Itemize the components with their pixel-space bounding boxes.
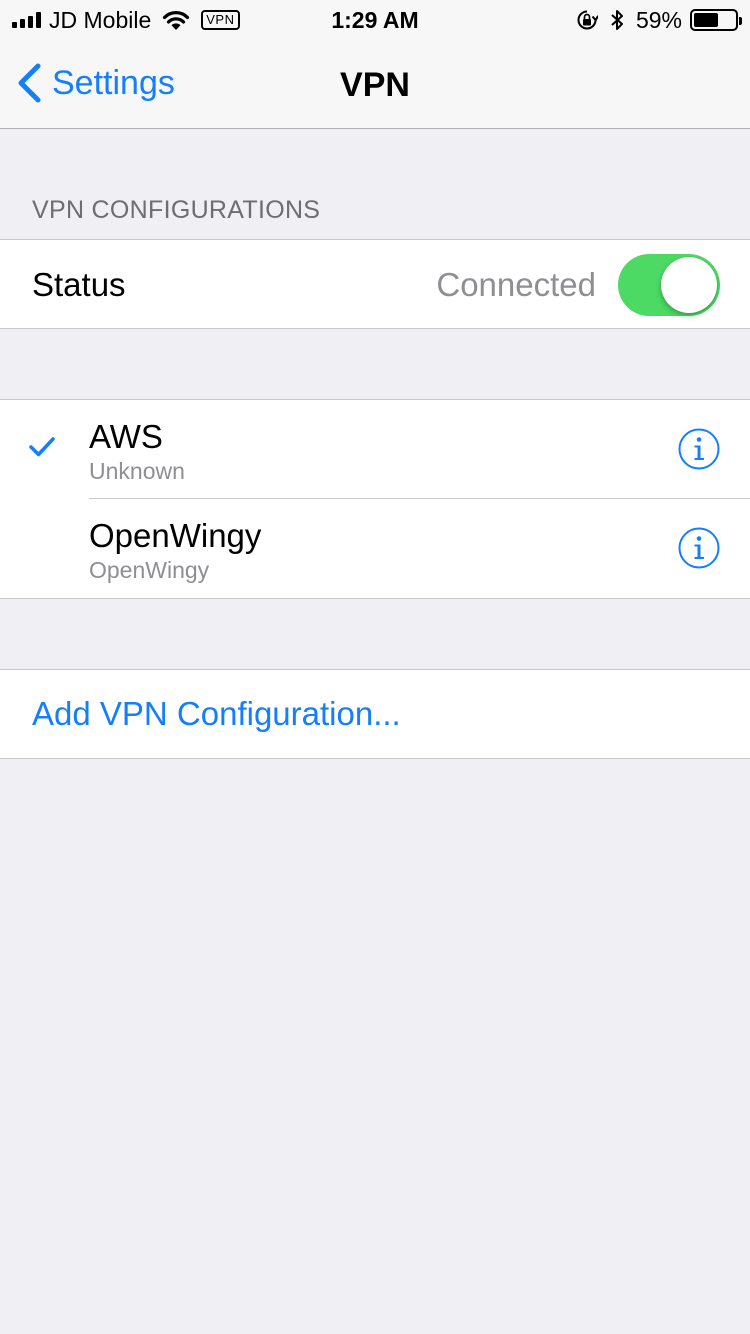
vpn-config-name: OpenWingy [89, 517, 262, 554]
status-bar-right: 59% [576, 6, 742, 33]
vpn-config-row-aws[interactable]: AWS Unknown [0, 400, 750, 499]
info-icon[interactable] [678, 527, 720, 569]
bluetooth-icon [611, 10, 623, 30]
status-value: Connected [436, 266, 596, 303]
vpn-config-subtitle: Unknown [89, 458, 185, 484]
info-icon[interactable] [678, 428, 720, 470]
status-bar: JD Mobile VPN 1:29 AM 59% [0, 0, 750, 40]
vpn-toggle[interactable] [618, 254, 720, 316]
add-vpn-configuration-button[interactable]: Add VPN Configuration... [32, 695, 401, 733]
battery-fill [694, 13, 718, 27]
vpn-config-list: AWS Unknown OpenWingy OpenWingy [0, 399, 750, 599]
vpn-config-name: AWS [89, 418, 163, 455]
status-group: Status Connected [0, 239, 750, 329]
battery-percentage: 59% [635, 6, 682, 33]
status-label: Status [32, 266, 126, 303]
battery-icon [690, 9, 742, 31]
section-header: VPN CONFIGURATIONS [32, 196, 321, 224]
navigation-bar: Settings VPN [0, 40, 750, 129]
vpn-config-subtitle: OpenWingy [89, 557, 210, 583]
rotation-lock-icon [577, 10, 598, 30]
toggle-knob [661, 257, 717, 313]
vpn-config-row-openwingy[interactable]: OpenWingy OpenWingy [0, 499, 750, 598]
add-config-group: Add VPN Configuration... [0, 669, 750, 759]
page-title: VPN [340, 66, 410, 104]
checkmark-icon [29, 437, 55, 457]
